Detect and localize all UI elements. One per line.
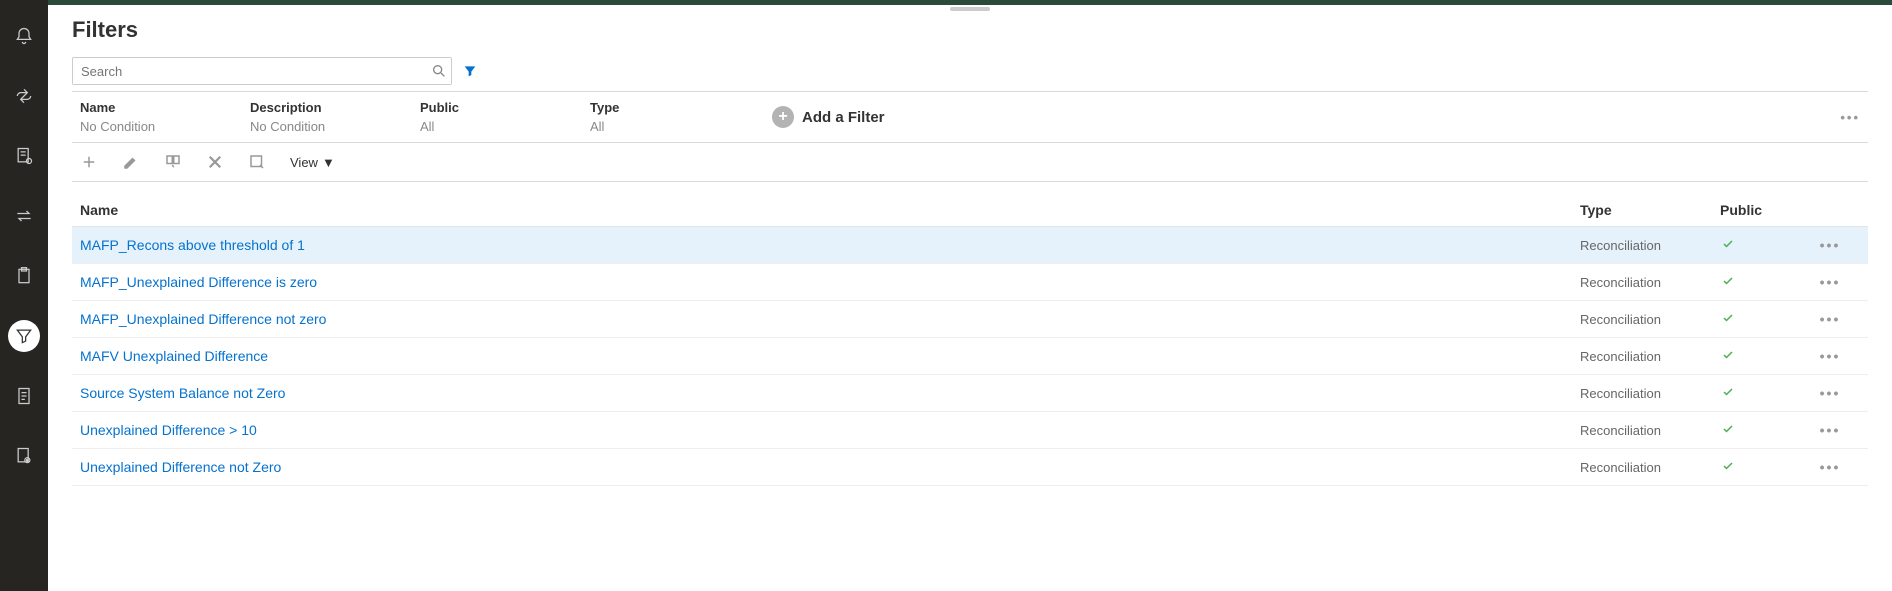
table-body: MAFP_Recons above threshold of 1Reconcil… — [72, 227, 1868, 486]
check-icon — [1720, 386, 1736, 398]
sidebar — [0, 0, 48, 591]
filter-col-public[interactable]: Public All — [412, 100, 582, 134]
sidebar-refresh[interactable] — [8, 80, 40, 112]
table-row[interactable]: MAFP_Recons above threshold of 1Reconcil… — [72, 227, 1868, 264]
plus-circle-icon: + — [772, 106, 794, 128]
add-filter-button[interactable]: + Add a Filter — [772, 106, 885, 128]
sidebar-notifications[interactable] — [8, 20, 40, 52]
delete-icon[interactable] — [206, 153, 224, 171]
sidebar-filters[interactable] — [8, 320, 40, 352]
header-name[interactable]: Name — [80, 202, 1580, 218]
row-actions-icon[interactable]: ••• — [1800, 348, 1860, 364]
row-public — [1720, 311, 1800, 327]
sidebar-clipboard[interactable] — [8, 260, 40, 292]
row-type: Reconciliation — [1580, 423, 1720, 438]
row-name-link[interactable]: MAFP_Unexplained Difference not zero — [80, 311, 1580, 327]
header-public[interactable]: Public — [1720, 202, 1800, 218]
view-dropdown[interactable]: View ▼ — [290, 155, 335, 170]
table-row[interactable]: Unexplained Difference not ZeroReconcili… — [72, 449, 1868, 486]
row-type: Reconciliation — [1580, 349, 1720, 364]
edit-icon[interactable] — [122, 153, 140, 171]
filter-col-description[interactable]: Description No Condition — [242, 100, 412, 134]
filter-value-description: No Condition — [250, 119, 404, 134]
main-area: Filters Name No Condition — [48, 0, 1892, 591]
row-name-link[interactable]: MAFV Unexplained Difference — [80, 348, 1580, 364]
check-icon — [1720, 275, 1736, 287]
row-name-link[interactable]: Unexplained Difference > 10 — [80, 422, 1580, 438]
table-row[interactable]: Source System Balance not ZeroReconcilia… — [72, 375, 1868, 412]
header-type[interactable]: Type — [1580, 202, 1720, 218]
filter-label-description: Description — [250, 100, 404, 115]
check-icon — [1720, 460, 1736, 472]
row-type: Reconciliation — [1580, 386, 1720, 401]
row-actions-icon[interactable]: ••• — [1800, 311, 1860, 327]
search-wrap — [72, 57, 452, 85]
sidebar-document[interactable] — [8, 380, 40, 412]
row-actions-icon[interactable]: ••• — [1800, 385, 1860, 401]
sidebar-settings-doc[interactable] — [8, 140, 40, 172]
row-public — [1720, 422, 1800, 438]
table-row[interactable]: MAFV Unexplained DifferenceReconciliatio… — [72, 338, 1868, 375]
row-type: Reconciliation — [1580, 238, 1720, 253]
filter-value-public: All — [420, 119, 574, 134]
page-title: Filters — [72, 17, 1868, 43]
row-name-link[interactable]: Unexplained Difference not Zero — [80, 459, 1580, 475]
check-icon — [1720, 423, 1736, 435]
filter-label-public: Public — [420, 100, 574, 115]
row-type: Reconciliation — [1580, 460, 1720, 475]
add-filter-label: Add a Filter — [802, 109, 885, 126]
publish-icon[interactable] — [248, 153, 266, 171]
dropdown-caret-icon: ▼ — [322, 155, 335, 170]
toolbar: View ▼ — [72, 143, 1868, 182]
search-icon[interactable] — [431, 63, 447, 79]
table-row[interactable]: Unexplained Difference > 10Reconciliatio… — [72, 412, 1868, 449]
filter-label-type: Type — [590, 100, 744, 115]
filter-value-type: All — [590, 119, 744, 134]
panel-drag-handle[interactable] — [950, 7, 990, 11]
row-public — [1720, 348, 1800, 364]
app-root: Filters Name No Condition — [0, 0, 1892, 591]
row-actions-icon[interactable]: ••• — [1800, 274, 1860, 290]
row-name-link[interactable]: Source System Balance not Zero — [80, 385, 1580, 401]
filter-col-name[interactable]: Name No Condition — [72, 100, 242, 134]
row-actions-icon[interactable]: ••• — [1800, 422, 1860, 438]
filter-label-name: Name — [80, 100, 234, 115]
table-row[interactable]: MAFP_Unexplained Difference not zeroReco… — [72, 301, 1868, 338]
row-public — [1720, 459, 1800, 475]
filter-value-name: No Condition — [80, 119, 234, 134]
table-row[interactable]: MAFP_Unexplained Difference is zeroRecon… — [72, 264, 1868, 301]
check-icon — [1720, 312, 1736, 324]
filter-toggle-icon[interactable] — [462, 63, 478, 79]
search-input[interactable] — [73, 58, 451, 84]
table-header: Name Type Public — [72, 194, 1868, 227]
row-type: Reconciliation — [1580, 312, 1720, 327]
check-icon — [1720, 349, 1736, 361]
search-row — [72, 57, 1868, 85]
content-area: Filters Name No Condition — [48, 5, 1892, 591]
row-public — [1720, 237, 1800, 253]
filters-table: Name Type Public MAFP_Recons above thres… — [72, 194, 1868, 486]
check-icon — [1720, 238, 1736, 250]
filter-col-type[interactable]: Type All — [582, 100, 752, 134]
view-label: View — [290, 155, 318, 170]
row-public — [1720, 274, 1800, 290]
filter-bar: Name No Condition Description No Conditi… — [72, 91, 1868, 143]
row-actions-icon[interactable]: ••• — [1800, 237, 1860, 253]
row-type: Reconciliation — [1580, 275, 1720, 290]
row-public — [1720, 385, 1800, 401]
filter-bar-more-icon[interactable]: ••• — [1840, 110, 1860, 125]
row-name-link[interactable]: MAFP_Recons above threshold of 1 — [80, 237, 1580, 253]
add-icon[interactable] — [80, 153, 98, 171]
sidebar-preview[interactable] — [8, 440, 40, 472]
sidebar-transfer[interactable] — [8, 200, 40, 232]
row-name-link[interactable]: MAFP_Unexplained Difference is zero — [80, 274, 1580, 290]
row-actions-icon[interactable]: ••• — [1800, 459, 1860, 475]
top-accent-bar — [48, 0, 1892, 5]
duplicate-icon[interactable] — [164, 153, 182, 171]
